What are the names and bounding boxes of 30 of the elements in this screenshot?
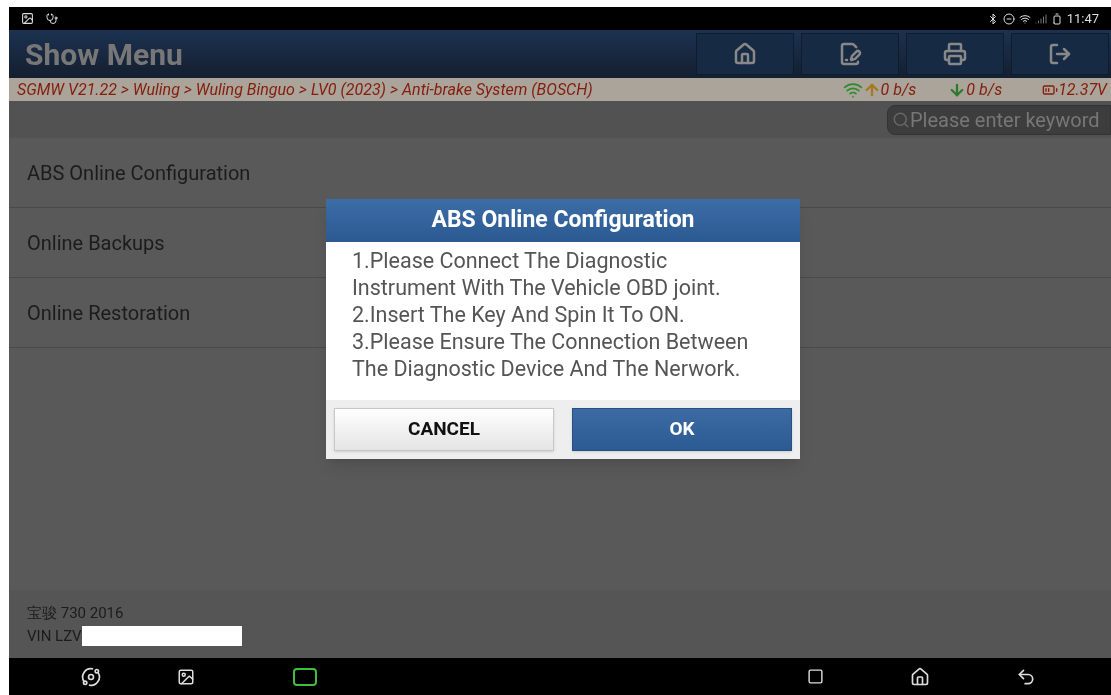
do-not-disturb-icon [1002,12,1015,25]
clock: 11:47 [1066,9,1099,28]
image-icon [21,12,34,25]
browser-icon[interactable] [81,666,101,687]
home-icon[interactable] [910,666,930,687]
vin-label: VIN LZV [27,625,82,647]
exit-button[interactable] [1011,33,1109,75]
voltage: 12.37V [1058,78,1107,101]
print-button[interactable] [906,33,1004,75]
download-rate: 0 b/s [966,78,1003,101]
exit-icon [1048,42,1072,66]
search-field[interactable]: Please enter keyword [887,104,1111,135]
edit-icon [838,42,862,66]
back-icon[interactable] [1016,666,1036,687]
dialog-title: ABS Online Configuration [326,199,800,242]
gallery-icon[interactable] [177,667,195,686]
print-icon [943,42,967,66]
breadcrumb: SGMW V21.22 > Wuling > Wuling Binguo > LV0 (2023) > Anti-brake System (BOSCH) [17,78,593,101]
wifi-icon [1018,12,1031,25]
recents-icon[interactable] [807,668,824,685]
battery-icon [1050,12,1063,25]
upload-rate: 0 b/s [880,78,917,101]
home-button[interactable] [696,33,794,75]
search-icon [892,110,910,129]
edit-button[interactable] [801,33,899,75]
home-icon [733,42,757,66]
page-title: Show Menu [25,35,183,74]
cancel-button[interactable]: CANCEL [334,408,554,451]
ok-button[interactable]: OK [572,408,792,451]
stethoscope-icon [46,12,58,25]
